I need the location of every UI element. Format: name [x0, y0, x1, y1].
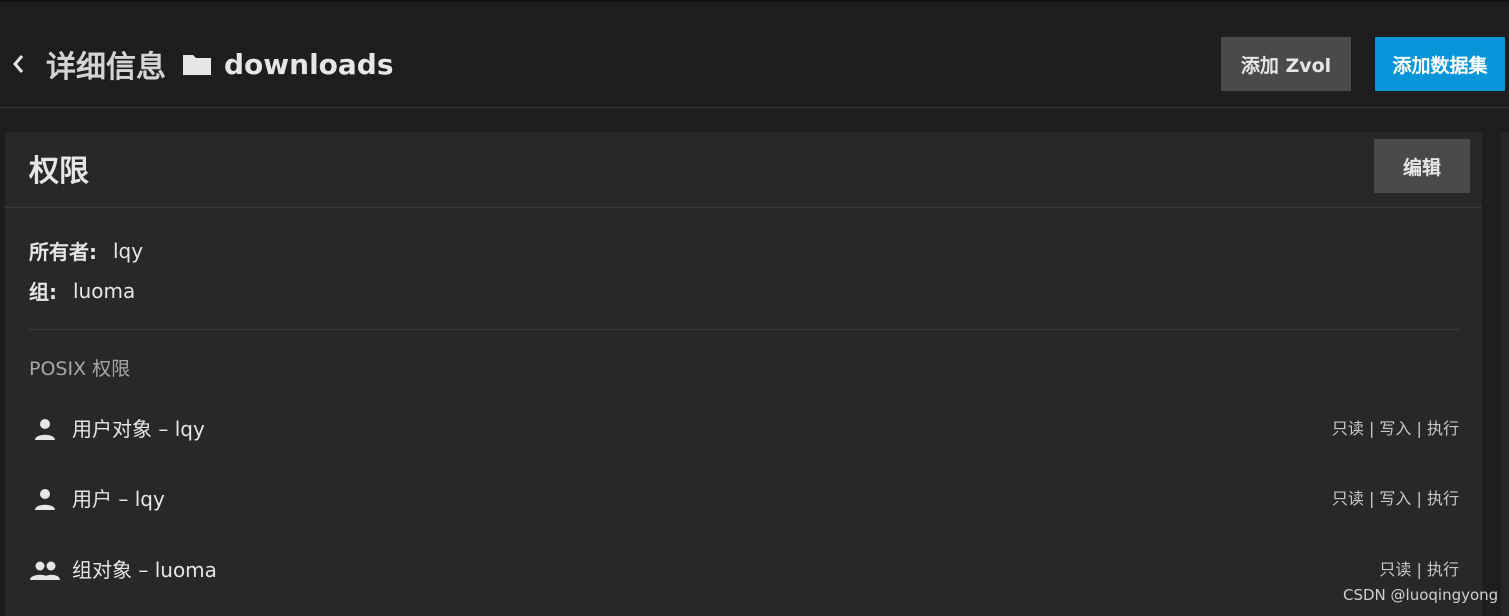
scrollbar[interactable] [1501, 132, 1509, 616]
group-icon [29, 557, 61, 583]
permissions-title: 权限 [29, 154, 89, 189]
group-label: 组: [29, 280, 57, 304]
chevron-left-icon [13, 55, 24, 73]
permission-label: 用户 – lqy [72, 487, 165, 511]
back-button[interactable] [8, 52, 28, 76]
page-title: 详细信息 downloads [46, 42, 394, 86]
permission-rights: 只读 | 写入 | 执行 [1331, 419, 1459, 438]
permission-row: 用户 – lqy 只读 | 写入 | 执行 [29, 484, 1459, 514]
group-value: luoma [73, 278, 136, 303]
permission-label: 用户对象 – lqy [72, 417, 205, 441]
group-field: 组: luoma [29, 276, 135, 305]
edit-button[interactable]: 编辑 [1374, 139, 1470, 193]
permissions-card: 权限 编辑 所有者: lqy 组: luoma POSIX 权限 用户对象 – … [5, 132, 1482, 616]
posix-section-title: POSIX 权限 [29, 358, 131, 380]
dataset-name: downloads [224, 47, 394, 81]
owner-value: lqy [113, 238, 144, 263]
user-icon [29, 486, 61, 512]
add-dataset-button[interactable]: 添加数据集 [1375, 37, 1505, 91]
user-icon [29, 416, 61, 442]
page-title-text: 详细信息 [46, 50, 166, 85]
permissions-card-header: 权限 编辑 [5, 132, 1482, 208]
page-header: 详细信息 downloads 添加 Zvol 添加数据集 [0, 2, 1509, 108]
add-zvol-button[interactable]: 添加 Zvol [1221, 37, 1351, 91]
permission-rights: 只读 | 写入 | 执行 [1331, 489, 1459, 508]
permission-rights: 只读 | 执行 [1379, 560, 1459, 579]
watermark: CSDN @luoqingyong [1343, 586, 1499, 604]
permission-label: 组对象 – luoma [72, 558, 217, 582]
permission-row: 组对象 – luoma 只读 | 执行 [29, 555, 1459, 585]
folder-icon [182, 52, 212, 76]
owner-field: 所有者: lqy [29, 236, 143, 265]
permission-row: 用户对象 – lqy 只读 | 写入 | 执行 [29, 414, 1459, 444]
divider [29, 329, 1459, 330]
owner-label: 所有者: [29, 240, 97, 264]
